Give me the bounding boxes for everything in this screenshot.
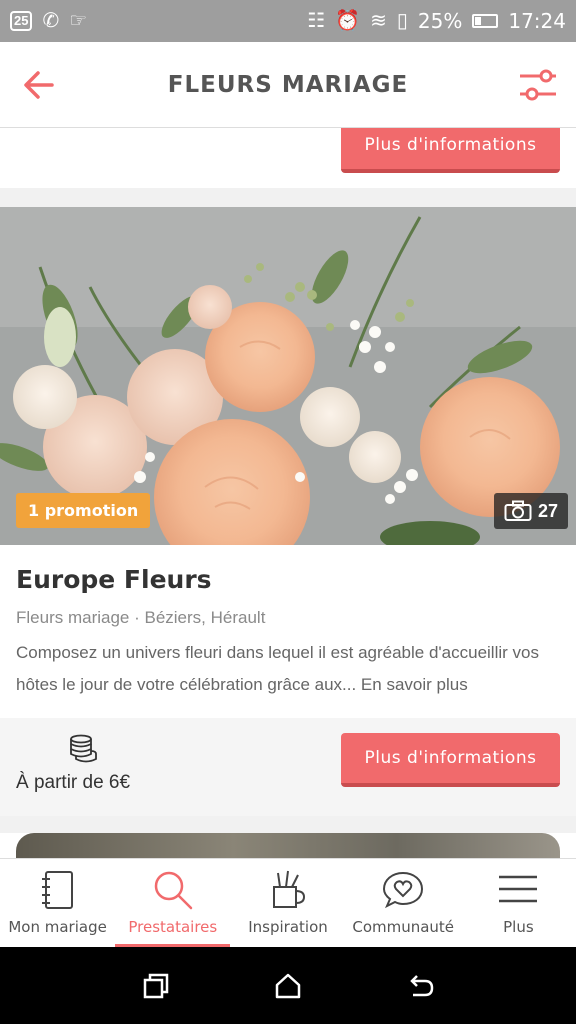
nav-inspiration[interactable]: Inspiration [230, 859, 345, 947]
more-info-button[interactable]: Plus d'informations [341, 733, 560, 787]
home-icon[interactable] [273, 971, 303, 1001]
status-right: ☷ ⏰ ≋ ▯ 25% 17:24 [307, 9, 566, 33]
nav-mon-mariage[interactable]: Mon mariage [0, 859, 115, 947]
app-bar: FLEURS MARIAGE [0, 42, 576, 128]
back-icon[interactable] [405, 971, 435, 1001]
clock: 17:24 [508, 9, 566, 33]
back-arrow-icon[interactable] [22, 68, 56, 102]
promotion-badge[interactable]: 1 promotion [16, 493, 151, 528]
starting-price: À partir de 6€ [16, 772, 131, 793]
battery-percent: 25% [417, 9, 463, 33]
signal-icon: ▯ [396, 10, 408, 32]
vendor-card[interactable]: 1 promotion 27 Europe Fleurs Fleurs mari… [0, 207, 576, 816]
photo-count-badge[interactable]: 27 [493, 493, 568, 529]
pencil-cup-icon [273, 870, 306, 908]
next-card-photo[interactable] [16, 833, 560, 858]
vendor-description: Composez un univers fleuri dans lequel i… [16, 637, 564, 701]
coins-icon [70, 734, 97, 763]
notebook-icon [41, 871, 73, 909]
previous-more-info-button[interactable]: Plus d'informations [341, 128, 560, 173]
recent-apps-icon[interactable] [141, 971, 171, 1001]
nav-label: Plus [503, 918, 534, 936]
filter-sliders-icon[interactable] [518, 68, 558, 102]
alarm-icon: ⏰ [335, 10, 361, 32]
read-more-link[interactable]: En savoir plus [356, 675, 468, 694]
page-title: FLEURS MARIAGE [167, 71, 409, 98]
card-footer: À partir de 6€ Plus d'informations [0, 718, 576, 816]
nav-plus[interactable]: Plus [461, 859, 576, 947]
nav-label: Mon mariage [8, 918, 107, 936]
vendor-name[interactable]: Europe Fleurs [16, 565, 212, 594]
vendor-list[interactable]: Plus d'informations 1 promotion 27 Europ… [0, 128, 576, 858]
call-icon: ✆ [42, 10, 60, 32]
nav-label: Prestataires [128, 918, 218, 936]
notification-badge: 25 [10, 11, 33, 31]
status-left: 25 ✆ ☞ [10, 11, 87, 31]
bottom-nav: Mon mariage Prestataires Inspiration Com… [0, 858, 576, 947]
previous-card-footer: Plus d'informations [0, 128, 576, 188]
photo-count: 27 [537, 500, 558, 521]
nav-label: Inspiration [248, 918, 328, 936]
vendor-photo[interactable]: 1 promotion 27 [0, 207, 576, 545]
nav-label: Communauté [352, 918, 455, 936]
wifi-icon: ≋ [370, 10, 387, 32]
heart-chat-icon [383, 871, 424, 909]
next-card[interactable] [0, 833, 576, 858]
battery-icon [472, 14, 499, 28]
search-icon [154, 871, 193, 910]
system-nav-bar [0, 947, 576, 1024]
nav-prestataires[interactable]: Prestataires [115, 859, 231, 947]
nav-communaute[interactable]: Communauté [346, 859, 461, 947]
app-notification-icon: ☞ [69, 10, 88, 32]
menu-icon [499, 875, 538, 903]
status-bar: 25 ✆ ☞ ☷ ⏰ ≋ ▯ 25% 17:24 [0, 0, 576, 42]
camera-icon [504, 500, 532, 521]
vendor-meta: Fleurs mariage · Béziers, Hérault [16, 608, 266, 627]
vibrate-icon: ☷ [307, 10, 326, 32]
